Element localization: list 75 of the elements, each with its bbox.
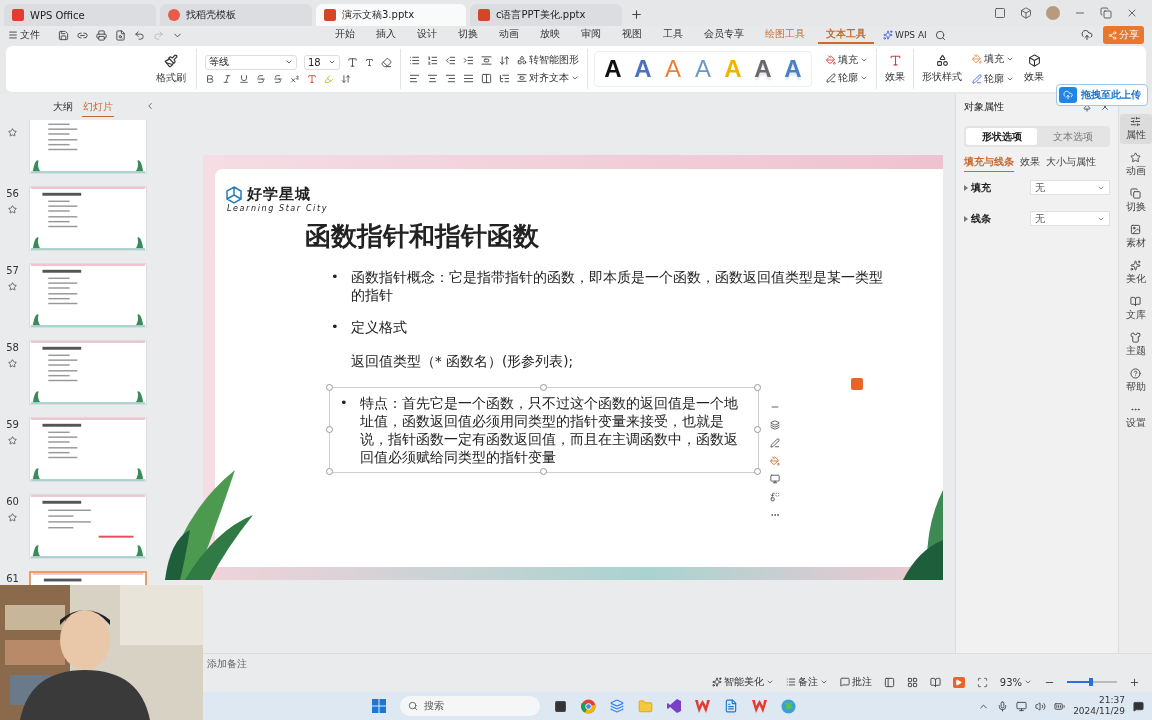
property-select[interactable]: 无: [1030, 211, 1110, 226]
ribbon-tab[interactable]: 设计: [409, 26, 445, 44]
ribbon-tab[interactable]: 工具: [655, 26, 691, 44]
ribbon-tab[interactable]: 切换: [450, 26, 486, 44]
file-menu[interactable]: 文件: [8, 28, 40, 42]
sidebar-button[interactable]: 动画: [1119, 150, 1152, 180]
font-size-select[interactable]: 18: [304, 54, 340, 70]
logo-tagline: Learning Star City: [227, 204, 329, 213]
format-painter-button[interactable]: 格式刷: [156, 53, 186, 85]
slide-paragraph: 特点：首先它是一个函数，只不过这个函数的返回值是一个地址值，函数返回值必须用同类型的指针变量来接受，也就是说，指针函数一定有函数返回值，而且在主调函数中，函数返回值必须赋给同类型的指针变量: [359, 394, 739, 466]
panel-tab[interactable]: 大纲: [51, 97, 74, 117]
sidebar-button[interactable]: 素材: [1119, 222, 1152, 252]
document-tab[interactable]: c语言PPT美化.pptx: [470, 4, 622, 26]
taskbar-search[interactable]: 搜索: [400, 696, 540, 716]
panel-title[interactable]: 对象属性: [964, 100, 1004, 114]
document-tab[interactable]: WPS Office: [4, 4, 156, 26]
upload-drop-button[interactable]: 拖拽至此上传: [1056, 84, 1148, 106]
document-tab[interactable]: 演示文稿3.pptx: [316, 4, 466, 26]
property-tab[interactable]: 大小与属性: [1046, 155, 1096, 172]
smart-shape-button[interactable]: 转智能图形: [517, 53, 579, 67]
bullet-dot: •: [340, 394, 348, 412]
ribbon-tab[interactable]: 会员专享: [696, 26, 752, 44]
notes-field[interactable]: 添加备注: [205, 656, 405, 670]
bullet-dot: •: [331, 318, 339, 336]
notes-button[interactable]: 备注: [785, 675, 828, 689]
align-text-button[interactable]: 对齐文本: [517, 71, 579, 85]
property-expander[interactable]: 线条: [964, 211, 991, 226]
sidebar-button[interactable]: 文库: [1119, 294, 1152, 324]
slide-number: 58: [6, 342, 19, 353]
text-fill-button[interactable]: 填充: [826, 53, 868, 67]
ribbon-tab[interactable]: 开始: [327, 26, 363, 44]
sidebar-button[interactable]: 切换: [1119, 186, 1152, 216]
options-tab[interactable]: 文本选项: [1037, 128, 1108, 145]
logo-name: 好学星城: [247, 185, 311, 204]
text-style-preset[interactable]: A: [601, 55, 625, 83]
sidebar-button[interactable]: 设置: [1119, 402, 1152, 432]
slide-number: 56: [6, 188, 19, 199]
clock[interactable]: 21:37 2024/11/29: [1073, 695, 1125, 717]
slide-paragraph: 返回值类型（* 函数名）(形参列表);: [351, 352, 574, 370]
zoom-select[interactable]: 93%: [999, 676, 1032, 688]
slide-number: 59: [6, 419, 19, 430]
ribbon-tab[interactable]: 动画: [491, 26, 527, 44]
slide-paragraph: 函数指针概念：它是指带指针的函数，即本质是一个函数，函数返回值类型是某一类型的指针: [350, 268, 884, 304]
property-select[interactable]: 无: [1030, 180, 1110, 195]
sidebar-button[interactable]: 主题: [1119, 330, 1152, 360]
text-effect-button[interactable]: 效果: [885, 54, 905, 84]
slide-number: 57: [6, 265, 19, 276]
ribbon-tab[interactable]: 放映: [532, 26, 568, 44]
sidebar-button[interactable]: 属性: [1119, 114, 1152, 144]
font-select[interactable]: 等线: [205, 54, 297, 70]
text-style-preset[interactable]: A: [751, 55, 775, 83]
beautify-button[interactable]: 智能美化: [711, 675, 774, 689]
slide-number: 60: [6, 496, 19, 507]
slide-number: 61: [6, 573, 19, 584]
shape-outline-button[interactable]: 轮廓: [972, 72, 1014, 86]
ribbon-tab[interactable]: 视图: [614, 26, 650, 44]
document-tab[interactable]: 找稻壳模板: [160, 4, 312, 26]
text-outline-button[interactable]: 轮廓: [826, 71, 868, 85]
options-tab[interactable]: 形状选项: [966, 128, 1037, 145]
sidebar-button[interactable]: 帮助: [1119, 366, 1152, 396]
property-expander[interactable]: 填充: [964, 180, 991, 195]
sidebar-button[interactable]: 美化: [1119, 258, 1152, 288]
comments-button[interactable]: 批注: [839, 675, 872, 689]
shape-effect-button[interactable]: 效果: [1024, 54, 1044, 84]
wps-ai-button[interactable]: WPS AI: [883, 30, 927, 40]
shape-style-button[interactable]: 形状样式: [922, 54, 962, 84]
shape-fill-button[interactable]: 填充: [972, 52, 1014, 66]
text-style-preset[interactable]: A: [631, 55, 655, 83]
property-tab[interactable]: 效果: [1020, 155, 1040, 172]
ribbon-tab[interactable]: 审阅: [573, 26, 609, 44]
text-style-preset[interactable]: A: [781, 55, 805, 83]
slide-title: 函数指针和指针函数: [305, 220, 540, 253]
bullet-dot: •: [331, 268, 339, 286]
ribbon-tab[interactable]: 插入: [368, 26, 404, 44]
slide-paragraph: 定义格式: [350, 318, 407, 336]
